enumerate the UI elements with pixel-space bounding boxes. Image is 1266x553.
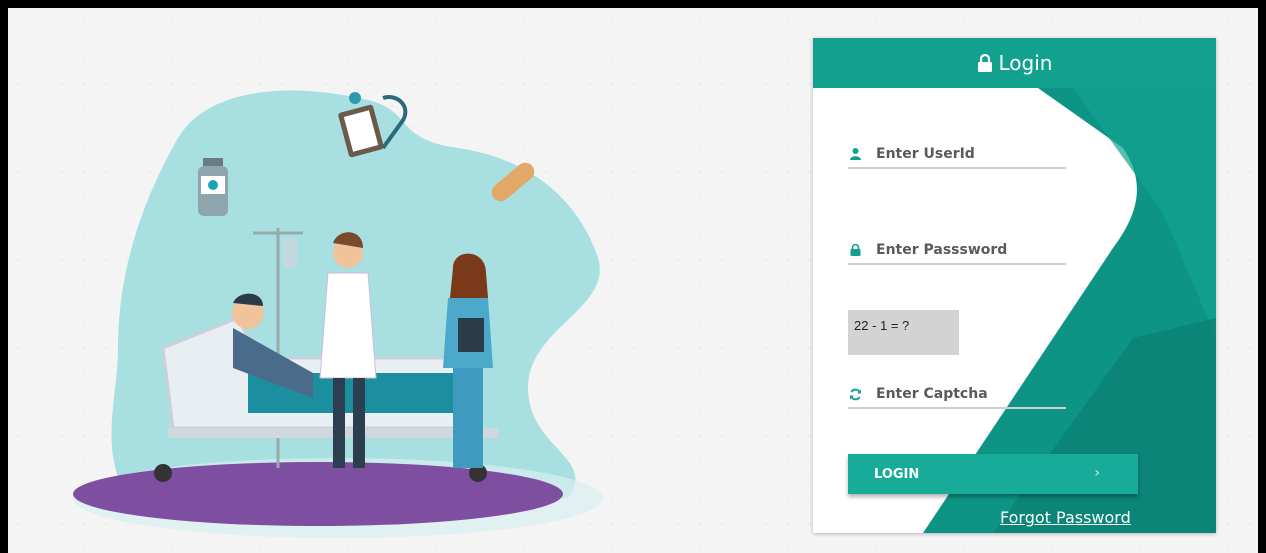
password-field [848,237,1066,265]
userid-field [848,141,1066,169]
login-card: Login 22 - 1 = ? LOGIN › Forgot Passwor [813,38,1216,533]
login-button[interactable]: LOGIN › [848,454,1138,494]
hospital-illustration [73,90,603,538]
password-lock-icon [848,243,862,257]
lock-icon [977,54,992,72]
page-frame: Login 22 - 1 = ? LOGIN › Forgot Passwor [8,8,1258,553]
forgot-password-link[interactable]: Forgot Password [1000,508,1131,527]
login-title: Login [998,51,1053,75]
login-button-label: LOGIN [874,466,920,482]
captcha-field [848,381,1066,409]
password-input[interactable] [876,242,1051,258]
userid-input[interactable] [876,146,1051,162]
captcha-input[interactable] [876,386,1051,402]
login-header: Login [813,38,1216,88]
chevron-right-icon: › [1094,465,1100,481]
captcha-question: 22 - 1 = ? [848,310,959,355]
refresh-icon[interactable] [848,387,862,401]
user-icon [848,147,862,161]
